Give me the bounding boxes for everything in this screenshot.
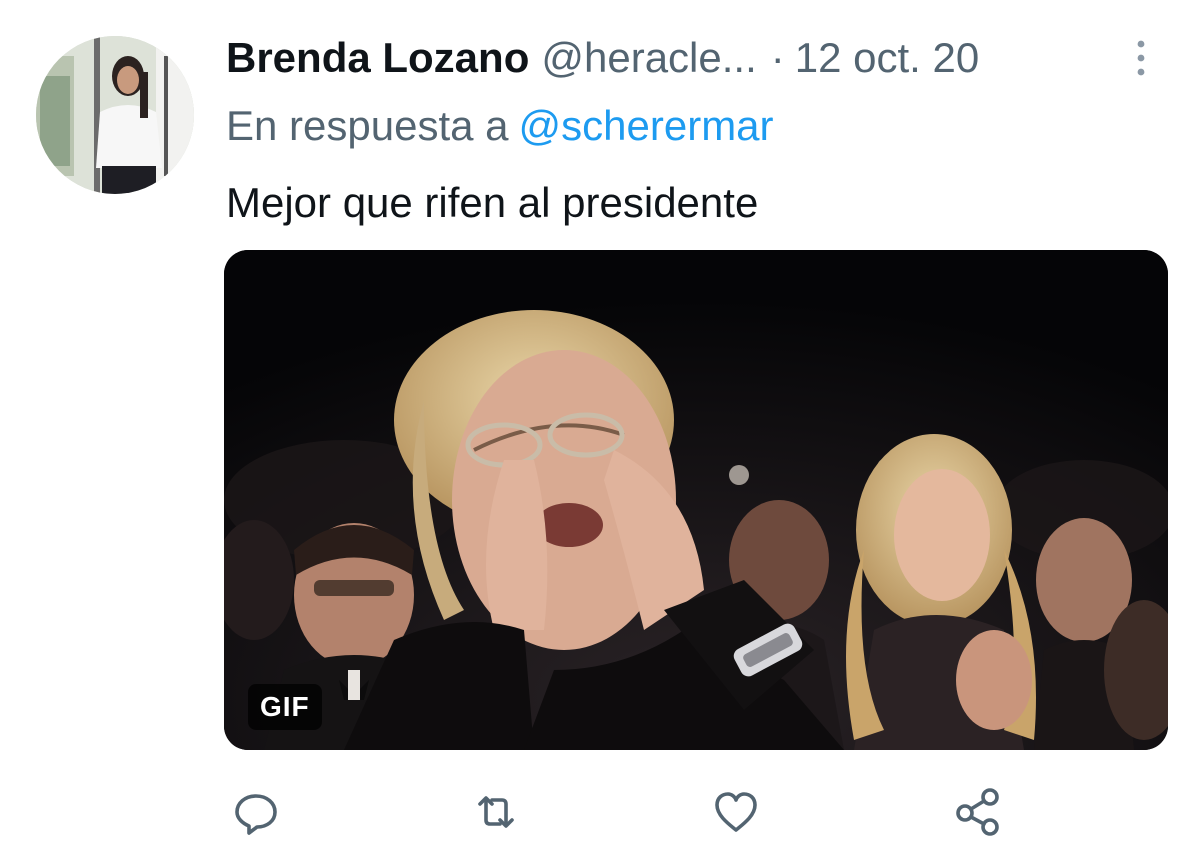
like-icon[interactable] (710, 786, 762, 838)
display-name[interactable]: Brenda Lozano (226, 30, 529, 86)
avatar-image (36, 36, 194, 194)
gif-media[interactable]: GIF (224, 250, 1168, 750)
separator-dot: · (770, 34, 785, 81)
tweet-date[interactable]: 12 oct. 20 (795, 30, 979, 86)
reply-mention-link[interactable]: @scherermar (519, 102, 774, 149)
retweet-icon[interactable] (470, 786, 522, 838)
gif-badge: GIF (248, 684, 322, 730)
user-handle[interactable]: @heracle... (541, 30, 756, 86)
avatar[interactable] (36, 36, 194, 194)
more-vertical-icon[interactable] (1128, 36, 1154, 80)
share-icon[interactable] (952, 786, 1004, 838)
tweet: Brenda Lozano @heracle... · 12 oct. 20 E… (0, 0, 1200, 844)
reply-context: En respuesta a @scherermar (226, 100, 774, 152)
tweet-text: Mejor que rifen al presidente (226, 179, 759, 226)
gif-frame (224, 250, 1168, 750)
action-bar (0, 780, 1200, 840)
reply-prefix: En respuesta a (226, 102, 509, 149)
reply-icon[interactable] (230, 786, 282, 838)
tweet-header: Brenda Lozano @heracle... · 12 oct. 20 (226, 30, 979, 86)
